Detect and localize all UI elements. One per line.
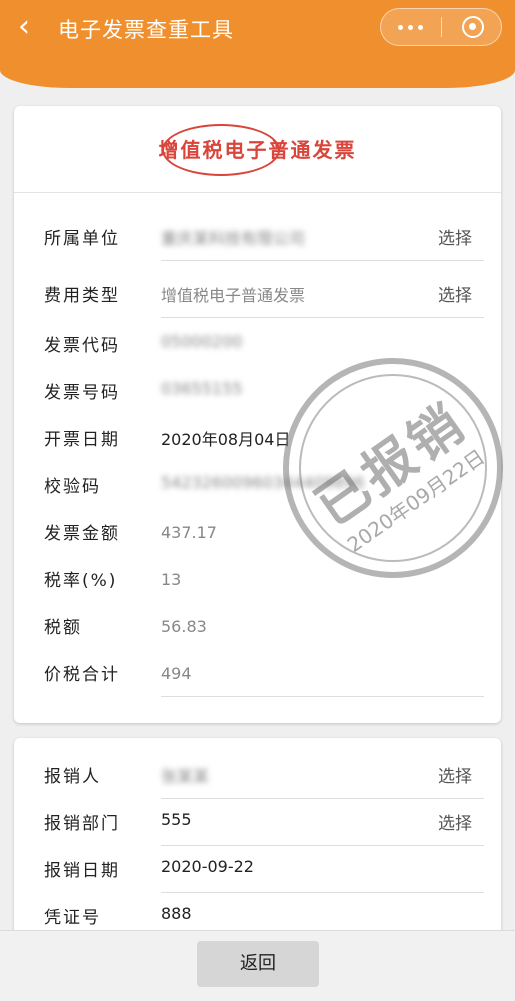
row-value: 56.83 xyxy=(161,617,207,636)
row-value: 494 xyxy=(161,664,192,683)
return-button[interactable]: 返回 xyxy=(197,941,319,987)
row-label: 发票号码 xyxy=(44,383,120,403)
row-value: 增值税电子普通发票 xyxy=(161,286,306,305)
choose-department-button[interactable]: 选择 xyxy=(438,809,472,834)
row-value: 555 xyxy=(161,810,192,829)
navigation-bar: ‹ 电子发票查重工具 xyxy=(0,0,515,88)
row-label: 税率(%) xyxy=(44,571,118,591)
row-value: 张某某 xyxy=(161,767,210,786)
row-label: 发票代码 xyxy=(44,336,120,356)
row-total: 价税合计 494 xyxy=(44,650,484,697)
row-value: 05000200 xyxy=(161,332,243,351)
row-value: 13 xyxy=(161,570,182,589)
row-divider xyxy=(161,260,484,261)
row-reimburse-date: 报销日期 2020-09-22 xyxy=(44,846,484,893)
invoice-type-title: 增值税电子普通发票 xyxy=(158,138,357,162)
row-divider xyxy=(161,317,484,318)
row-department[interactable]: 报销部门 555 选择 xyxy=(44,799,484,846)
choose-reimburser-button[interactable]: 选择 xyxy=(438,762,472,787)
row-value: 2020年08月04日 xyxy=(161,430,291,449)
choose-expense-type-button[interactable]: 选择 xyxy=(438,281,472,306)
row-label: 价税合计 xyxy=(44,665,120,685)
row-label: 校验码 xyxy=(44,477,101,497)
row-reimburser[interactable]: 报销人 张某某 选择 xyxy=(44,752,484,799)
row-expense-type[interactable]: 费用类型 增值税电子普通发票 选择 xyxy=(44,271,484,318)
row-label: 税额 xyxy=(44,618,82,638)
row-value: 888 xyxy=(161,904,192,923)
row-value: 03655155 xyxy=(161,379,243,398)
close-target-icon[interactable] xyxy=(462,16,484,38)
row-label: 发票金额 xyxy=(44,524,120,544)
row-label: 所属单位 xyxy=(44,229,120,249)
row-label: 报销日期 xyxy=(44,861,120,881)
row-divider xyxy=(161,696,484,697)
back-arrow-icon[interactable]: ‹ xyxy=(18,12,46,42)
invoice-card-header: 增值税电子普通发票 xyxy=(14,106,501,193)
bottom-bar: 返回 xyxy=(0,930,515,1001)
row-label: 报销人 xyxy=(44,767,101,787)
row-label: 凭证号 xyxy=(44,908,101,928)
more-dots-icon[interactable] xyxy=(396,18,426,36)
row-label: 费用类型 xyxy=(44,286,120,306)
row-label: 报销部门 xyxy=(44,814,120,834)
row-label: 开票日期 xyxy=(44,430,120,450)
capsule-divider xyxy=(441,17,442,37)
mini-program-capsule xyxy=(380,8,502,46)
page-title: 电子发票查重工具 xyxy=(58,18,234,42)
row-value: 437.17 xyxy=(161,523,217,542)
choose-unit-button[interactable]: 选择 xyxy=(438,224,472,249)
row-value: 2020-09-22 xyxy=(161,857,254,876)
row-value: 重庆某科技有限公司 xyxy=(161,229,306,248)
row-tax-amount: 税额 56.83 xyxy=(44,603,484,650)
row-unit[interactable]: 所属单位 重庆某科技有限公司 选择 xyxy=(44,214,484,261)
